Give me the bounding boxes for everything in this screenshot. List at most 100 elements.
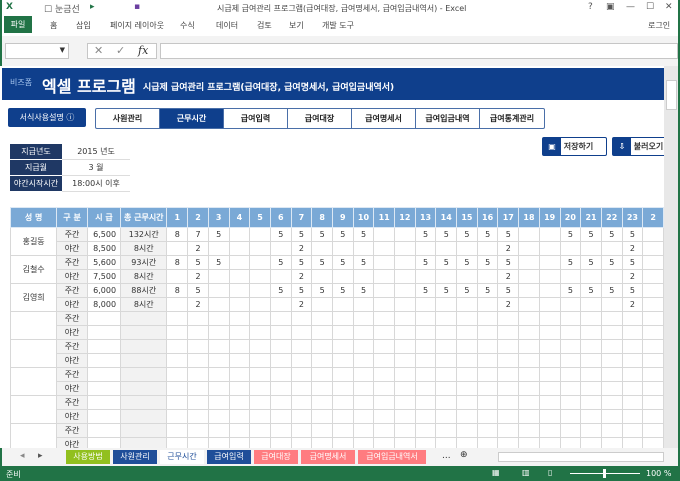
day-cell[interactable] (394, 241, 416, 256)
day-cell[interactable] (435, 339, 458, 354)
page-layout-view-icon[interactable]: ▥ (522, 468, 530, 477)
day-cell[interactable] (352, 311, 375, 326)
day-cell[interactable] (559, 311, 582, 326)
day-cell[interactable] (538, 297, 561, 312)
enter-icon[interactable]: ✓ (116, 44, 125, 57)
day-cell[interactable] (621, 409, 644, 424)
day-cell[interactable]: 5 (352, 283, 375, 298)
day-cell[interactable]: 5 (269, 255, 292, 270)
day-cell[interactable] (331, 339, 354, 354)
day-cell[interactable] (580, 423, 602, 438)
day-cell[interactable] (600, 409, 623, 424)
day-cell[interactable] (187, 423, 209, 438)
day-cell[interactable] (642, 367, 664, 382)
day-cell[interactable]: 2 (621, 297, 644, 312)
tab-review[interactable]: 검토 (257, 20, 272, 31)
day-cell[interactable] (311, 325, 333, 340)
day-cell[interactable] (352, 353, 375, 368)
day-cell[interactable] (228, 227, 251, 242)
day-cell[interactable] (311, 367, 333, 382)
day-cell[interactable] (518, 395, 540, 410)
hourly-wage[interactable] (86, 367, 122, 382)
day-cell[interactable] (187, 367, 209, 382)
usage-guide-button[interactable]: 서식사용설명 ⓘ (8, 108, 86, 127)
day-cell[interactable]: 2 (290, 269, 313, 284)
day-cell[interactable]: 5 (352, 227, 375, 242)
day-cell[interactable] (290, 423, 313, 438)
day-cell[interactable]: 2 (290, 241, 313, 256)
day-cell[interactable] (538, 255, 561, 270)
day-cell[interactable]: 5 (497, 227, 520, 242)
day-cell[interactable] (414, 241, 437, 256)
nav-employee[interactable]: 사원관리 (96, 109, 160, 128)
info-value[interactable]: 18:00시 이후 (62, 176, 130, 192)
day-cell[interactable]: 5 (414, 227, 437, 242)
day-cell[interactable]: 5 (600, 283, 623, 298)
more-sheets[interactable]: ... (442, 451, 451, 461)
day-cell[interactable] (435, 437, 458, 448)
hourly-wage[interactable] (86, 325, 122, 340)
day-cell[interactable]: 8 (166, 227, 189, 242)
day-cell[interactable] (621, 339, 644, 354)
day-cell[interactable] (207, 423, 230, 438)
day-cell[interactable] (352, 381, 375, 396)
hourly-wage[interactable] (86, 395, 122, 410)
close-button[interactable]: ✕ (665, 2, 673, 12)
day-cell[interactable] (435, 423, 458, 438)
tab-formulas[interactable]: 수식 (180, 20, 195, 31)
day-cell[interactable] (559, 297, 582, 312)
day-cell[interactable] (600, 241, 623, 256)
day-cell[interactable] (249, 255, 271, 270)
day-cell[interactable] (373, 255, 396, 270)
day-cell[interactable]: 5 (414, 283, 437, 298)
day-cell[interactable] (394, 255, 416, 270)
nav-deposit[interactable]: 급여입금내역 (416, 109, 480, 128)
zoom-slider-thumb[interactable] (603, 469, 606, 478)
day-cell[interactable]: 5 (559, 227, 582, 242)
day-cell[interactable] (166, 437, 189, 448)
day-cell[interactable] (331, 423, 354, 438)
day-cell[interactable] (476, 409, 499, 424)
day-cell[interactable] (559, 339, 582, 354)
day-cell[interactable] (373, 241, 396, 256)
day-cell[interactable] (642, 437, 664, 448)
tab-file[interactable]: 파일 (4, 16, 32, 33)
day-cell[interactable]: 5 (331, 283, 354, 298)
employee-name[interactable] (9, 311, 58, 340)
day-cell[interactable] (559, 437, 582, 448)
tab-view[interactable]: 보기 (289, 20, 304, 31)
login-link[interactable]: 로그인 (648, 20, 670, 31)
day-cell[interactable] (580, 339, 602, 354)
day-cell[interactable] (538, 367, 561, 382)
day-cell[interactable] (373, 353, 396, 368)
day-cell[interactable] (269, 297, 292, 312)
day-cell[interactable] (580, 325, 602, 340)
day-cell[interactable] (228, 423, 251, 438)
day-cell[interactable]: 5 (621, 283, 644, 298)
sheet-tab[interactable]: 사원관리 (113, 450, 157, 464)
day-cell[interactable] (331, 381, 354, 396)
maximize-button[interactable]: ☐ (646, 2, 654, 12)
day-cell[interactable] (394, 283, 416, 298)
day-cell[interactable] (580, 297, 602, 312)
day-cell[interactable] (394, 395, 416, 410)
day-cell[interactable] (435, 395, 458, 410)
day-cell[interactable] (311, 353, 333, 368)
day-cell[interactable] (249, 227, 271, 242)
day-cell[interactable] (456, 353, 478, 368)
day-cell[interactable] (456, 423, 478, 438)
day-cell[interactable] (311, 311, 333, 326)
gridlines-checkbox[interactable]: ☐ 눈금선 (44, 2, 80, 15)
ribbon-options-button[interactable]: ▣ (606, 2, 615, 12)
day-cell[interactable] (476, 325, 499, 340)
sheet-tab[interactable]: 급여대장 (254, 450, 298, 464)
day-cell[interactable] (600, 437, 623, 448)
day-cell[interactable] (394, 409, 416, 424)
day-cell[interactable] (518, 269, 540, 284)
day-cell[interactable] (352, 297, 375, 312)
day-cell[interactable] (228, 241, 251, 256)
day-cell[interactable]: 2 (497, 241, 520, 256)
day-cell[interactable] (518, 409, 540, 424)
day-cell[interactable] (476, 423, 499, 438)
day-cell[interactable] (518, 283, 540, 298)
